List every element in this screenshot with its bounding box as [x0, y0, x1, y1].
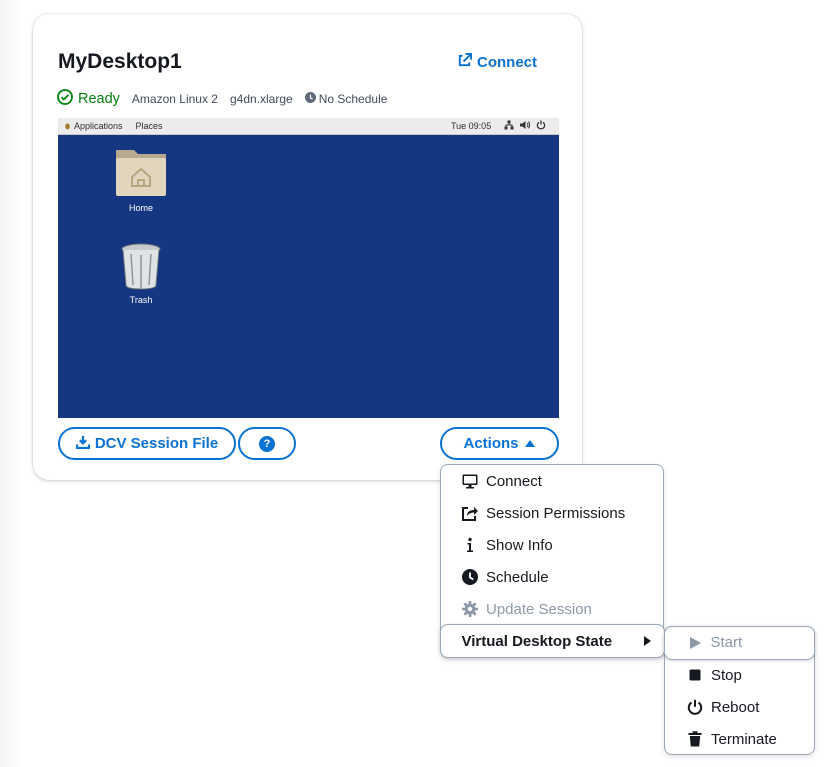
instance-type-label: g4dn.xlarge — [229, 92, 293, 106]
share-icon — [462, 505, 478, 521]
menu-item-reboot[interactable]: Reboot — [665, 691, 814, 723]
check-circle-icon — [57, 89, 73, 109]
power-icon — [687, 699, 703, 715]
desktop-card: MyDesktop1 Connect Ready Amazon Linux 2 … — [33, 14, 582, 480]
status-text: Ready — [78, 91, 120, 107]
gear-icon — [462, 601, 478, 617]
help-glyph: ? — [263, 437, 271, 450]
external-link-icon — [457, 53, 472, 72]
menu-item-label: Session Permissions — [486, 504, 626, 522]
desktop-meta: Ready Amazon Linux 2 g4dn.xlarge No Sche… — [57, 89, 387, 109]
help-button[interactable]: ? — [238, 427, 296, 460]
help-icon: ? — [259, 435, 275, 452]
menu-item-stop[interactable]: Stop — [665, 659, 814, 691]
gnome-foot-icon — [64, 121, 71, 132]
trash-icon — [118, 243, 164, 292]
download-icon — [75, 435, 90, 453]
menu-item-virtual-desktop-state[interactable]: Virtual Desktop State — [439, 624, 665, 658]
os-label: Amazon Linux 2 — [131, 92, 218, 106]
menu-item-connect[interactable]: Connect — [441, 465, 663, 497]
menu-item-update-session: Update Session — [441, 593, 663, 625]
clock-icon — [462, 569, 478, 585]
menu-item-label: Schedule — [486, 568, 549, 586]
actions-dropdown: Connect Session Permissions Show Info Sc… — [439, 464, 665, 658]
schedule-info: No Schedule — [304, 92, 388, 106]
menu-item-terminate[interactable]: Terminate — [665, 723, 814, 755]
volume-icon — [520, 120, 531, 132]
clock-icon — [304, 92, 316, 106]
applications-menu: Applications — [64, 121, 123, 132]
dcv-session-file-button[interactable]: DCV Session File — [58, 427, 236, 460]
play-icon — [687, 635, 703, 651]
menu-item-session-permissions[interactable]: Session Permissions — [441, 497, 663, 529]
menu-item-label: Virtual Desktop State — [461, 632, 613, 650]
system-tray — [504, 120, 546, 132]
network-icon — [504, 120, 514, 132]
monitor-icon — [462, 473, 478, 489]
desktop-title: MyDesktop1 — [58, 50, 182, 73]
menu-item-label: Stop — [711, 666, 742, 684]
desktop-icon-label: Trash — [129, 295, 153, 305]
schedule-text: No Schedule — [318, 92, 388, 106]
dcv-session-file-label: DCV Session File — [94, 435, 219, 452]
menu-item-label: Reboot — [711, 698, 760, 716]
page-left-shade — [0, 0, 22, 767]
connect-link[interactable]: Connect — [457, 53, 537, 72]
status-badge: Ready — [57, 89, 120, 109]
menu-item-label: Show Info — [486, 536, 553, 554]
clock-label: Tue 09:05 — [451, 121, 492, 131]
connect-label: Connect — [477, 54, 537, 71]
menu-item-label: Update Session — [486, 600, 592, 618]
menu-item-start: Start — [663, 625, 815, 660]
home-folder-icon — [114, 150, 168, 200]
menu-item-schedule[interactable]: Schedule — [441, 561, 663, 593]
trash-icon — [687, 731, 703, 747]
desktop-icon-trash[interactable]: Trash — [106, 242, 176, 305]
desktop-screenshot[interactable]: Applications Places Tue 09:05 Home Trash — [58, 118, 559, 418]
menu-item-label: Start — [710, 634, 743, 651]
places-label: Places — [135, 121, 163, 131]
desktop-state-submenu: Start Stop Reboot Terminate — [663, 625, 815, 755]
caret-up-icon — [524, 435, 536, 452]
menu-item-label: Connect — [486, 472, 542, 490]
power-icon — [536, 120, 546, 132]
applications-label: Applications — [74, 121, 123, 131]
actions-label: Actions — [463, 435, 519, 452]
menu-item-show-info[interactable]: Show Info — [441, 529, 663, 561]
menu-item-label: Terminate — [711, 730, 777, 748]
stop-icon — [687, 667, 703, 683]
desktop-icon-home[interactable]: Home — [106, 144, 176, 213]
desktop-icon-label: Home — [128, 203, 153, 213]
caret-right-icon — [643, 634, 652, 651]
actions-button[interactable]: Actions — [440, 427, 559, 460]
gnome-top-bar: Applications Places Tue 09:05 — [58, 118, 559, 135]
info-icon — [462, 537, 478, 553]
